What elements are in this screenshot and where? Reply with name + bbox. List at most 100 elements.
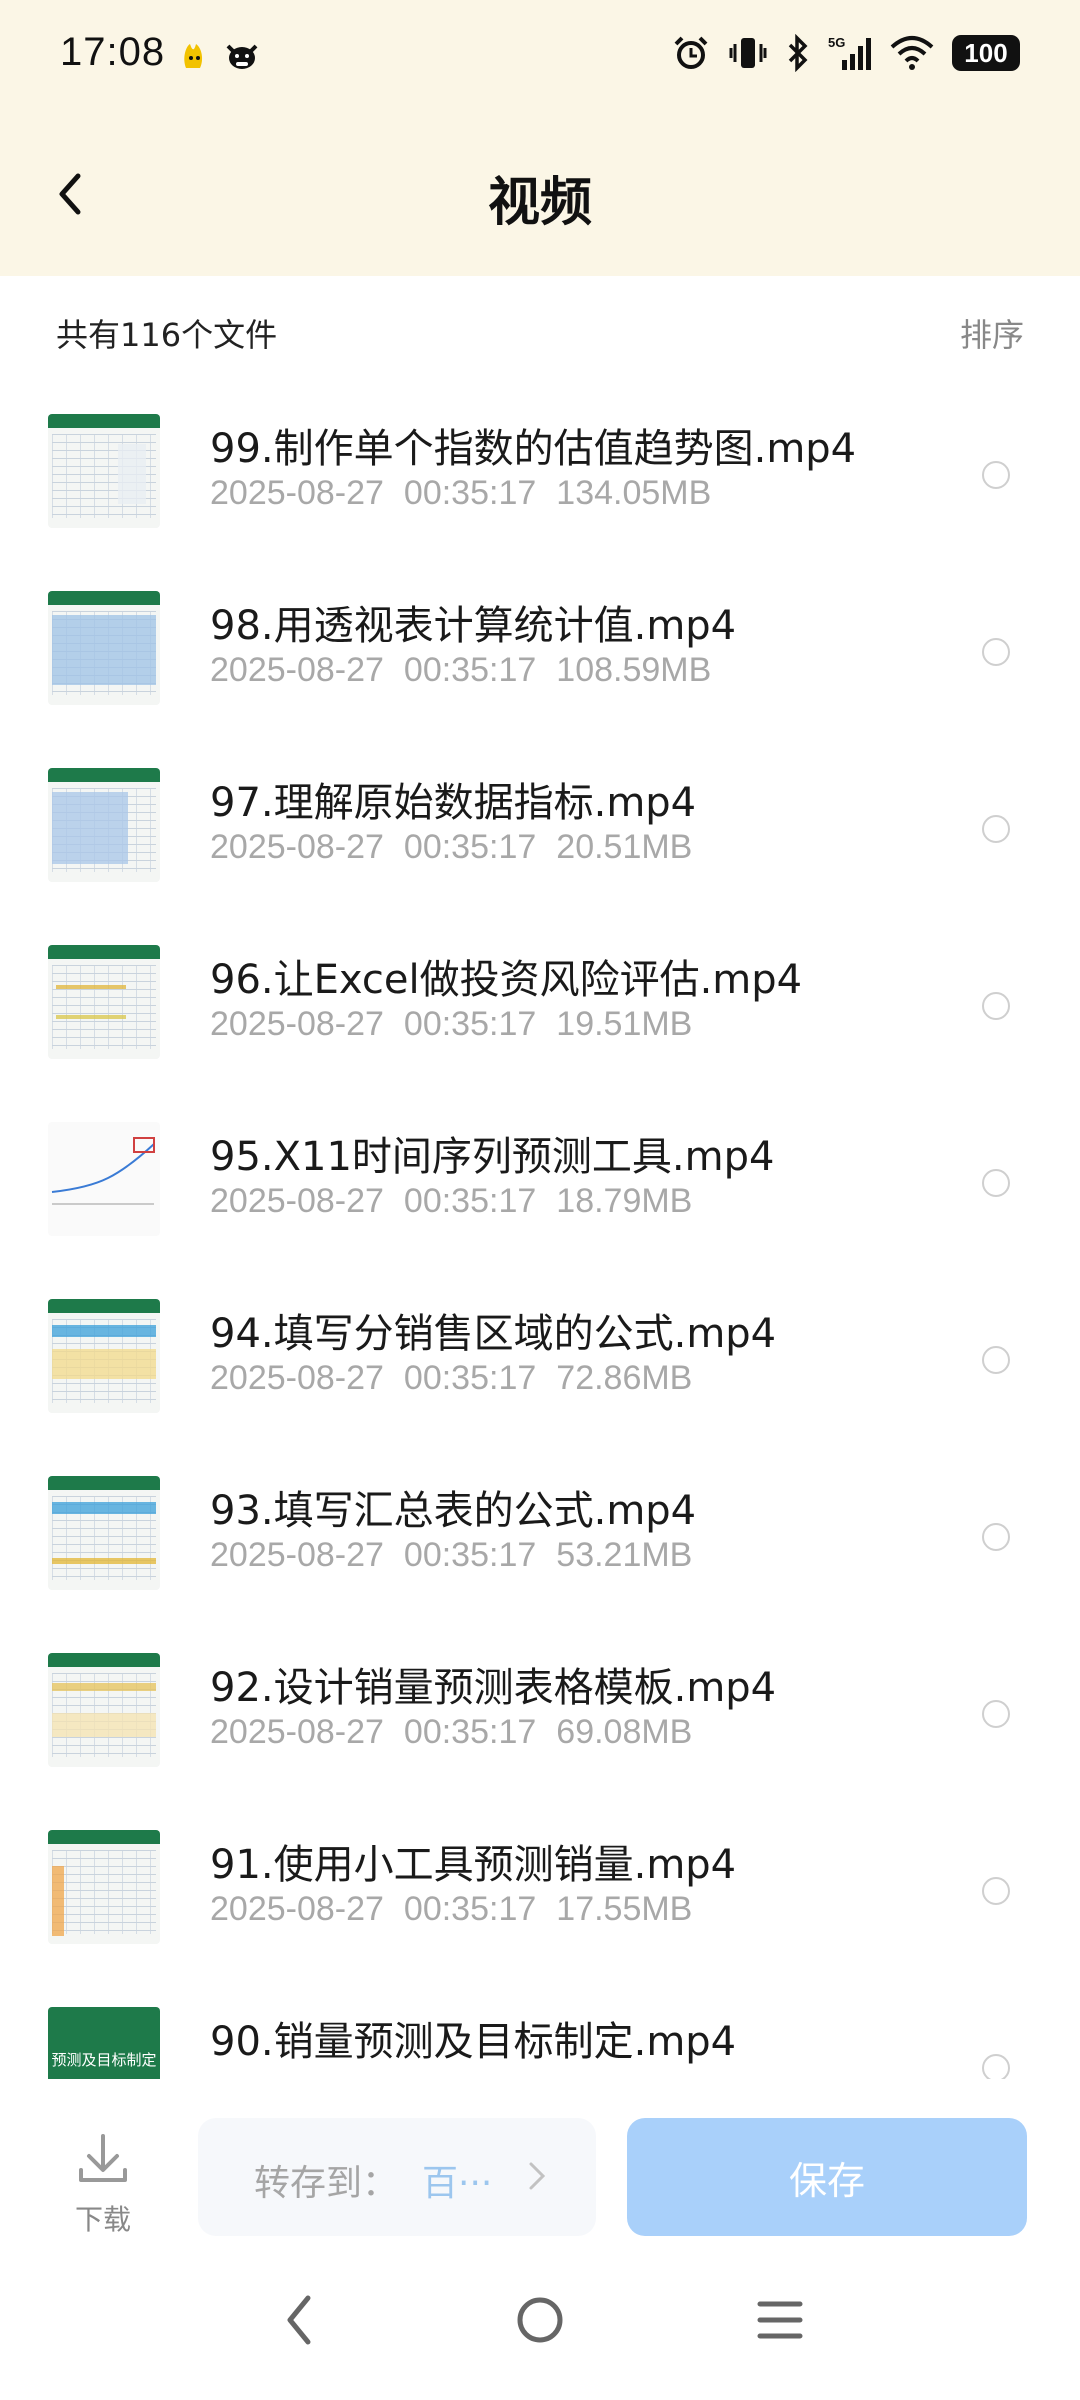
system-nav-bar: [0, 2280, 1080, 2400]
file-meta: 2025-08-27 00:35:17 53.21MB: [210, 1536, 712, 1575]
file-name: 92.设计销量预测表格模板.mp4: [210, 1665, 777, 1711]
select-radio[interactable]: [982, 1877, 1010, 1905]
file-meta: 2025-08-27 00:35:17 18.79MB: [210, 1182, 712, 1221]
select-radio[interactable]: [982, 2054, 1010, 2079]
video-thumbnail: [48, 768, 160, 882]
file-name: 90.销量预测及目标制定.mp4: [210, 2019, 737, 2065]
select-radio[interactable]: [982, 1346, 1010, 1374]
file-size: 17.55MB: [556, 1890, 693, 1928]
video-thumbnail: [48, 1299, 160, 1413]
file-meta: 2025-08-27 00:35:17 72.86MB: [210, 1359, 712, 1398]
save-to-label: 转存到：: [254, 2163, 399, 2204]
file-time: 00:35:17: [403, 1536, 537, 1574]
video-thumbnail: [48, 1653, 160, 1767]
status-app-icons: [176, 38, 260, 74]
file-list[interactable]: 99.制作单个指数的估值趋势图.mp4 2025-08-27 00:35:17 13…: [0, 394, 1080, 2079]
video-thumbnail: [48, 591, 160, 705]
cow-app-icon: [224, 38, 260, 74]
signal-5g-icon: 5G: [828, 35, 871, 70]
file-name: 95.X11时间序列预测工具.mp4: [210, 1134, 775, 1180]
file-size: 69.08MB: [556, 1713, 693, 1751]
file-row[interactable]: 91.使用小工具预测销量.mp4 2025-08-27 00:35:17 17.55…: [0, 1810, 1080, 1987]
page-title: 视频: [487, 173, 592, 233]
alarm-icon: [674, 36, 708, 69]
file-time: 00:35:17: [403, 1005, 537, 1043]
file-time: 00:35:17: [403, 474, 537, 512]
file-count: 共有116个文件: [56, 316, 278, 354]
select-radio[interactable]: [982, 1700, 1010, 1728]
file-row[interactable]: 97.理解原始数据指标.mp4 2025-08-27 00:35:17 20.51M…: [0, 748, 1080, 925]
file-meta: 2025-08-27 00:35:17 19.51MB: [210, 1005, 712, 1044]
app-notification-icon: [176, 38, 212, 74]
status-bar: 17:08 5G 100: [0, 0, 1080, 116]
video-thumbnail: [48, 1476, 160, 1590]
file-size: 108.59MB: [556, 651, 712, 689]
save-button[interactable]: 保存: [627, 2118, 1027, 2236]
wifi-icon: [890, 36, 934, 70]
file-name: 94.填写分销售区域的公式.mp4: [210, 1311, 777, 1357]
file-time: 00:35:17: [403, 1713, 537, 1751]
file-size: 134.05MB: [556, 474, 712, 512]
file-date: 2025-08-27: [210, 1182, 384, 1220]
video-thumbnail: [48, 414, 160, 528]
file-date: 2025-08-27: [210, 474, 384, 512]
select-radio[interactable]: [982, 461, 1010, 489]
save-to-value: 百···: [422, 2163, 493, 2204]
file-row[interactable]: 95.X11时间序列预测工具.mp4 2025-08-27 00:35:17 18.…: [0, 1102, 1080, 1279]
file-row[interactable]: 92.设计销量预测表格模板.mp4 2025-08-27 00:35:17 69.0…: [0, 1633, 1080, 1810]
file-date: 2025-08-27: [210, 1005, 384, 1043]
nav-home-icon[interactable]: [512, 2280, 568, 2360]
file-name: 97.理解原始数据指标.mp4: [210, 780, 697, 826]
file-time: 00:35:17: [403, 828, 537, 866]
file-row[interactable]: 94.填写分销售区域的公式.mp4 2025-08-27 00:35:17 72.8…: [0, 1279, 1080, 1456]
file-name: 99.制作单个指数的估值趋势图.mp4: [210, 426, 857, 472]
file-row[interactable]: 99.制作单个指数的估值趋势图.mp4 2025-08-27 00:35:17 13…: [0, 394, 1080, 571]
battery-indicator: 100: [952, 35, 1020, 71]
file-meta: 2025-08-27 00:35:17 108.59MB: [210, 651, 731, 690]
sort-button[interactable]: 排序: [960, 310, 1024, 356]
file-date: 2025-08-27: [210, 1890, 384, 1928]
file-row[interactable]: 预测及目标制定 90.销量预测及目标制定.mp4: [0, 1987, 1080, 2079]
vibrate-icon: [729, 38, 767, 68]
select-radio[interactable]: [982, 992, 1010, 1020]
header-bar: 17:08 5G 100 视频: [0, 0, 1080, 276]
file-size: 72.86MB: [556, 1359, 693, 1397]
file-meta: 2025-08-27 00:35:17 17.55MB: [210, 1890, 712, 1929]
video-thumbnail: 预测及目标制定: [48, 2007, 160, 2079]
download-label: 下载: [74, 2203, 131, 2236]
video-thumbnail: [48, 945, 160, 1059]
file-date: 2025-08-27: [210, 828, 384, 866]
file-row[interactable]: 98.用透视表计算统计值.mp4 2025-08-27 00:35:17 108.5…: [0, 571, 1080, 748]
file-time: 00:35:17: [403, 651, 537, 689]
file-row[interactable]: 96.让Excel做投资风险评估.mp4 2025-08-27 00:35:17 1…: [0, 925, 1080, 1102]
select-radio[interactable]: [982, 1169, 1010, 1197]
select-radio[interactable]: [982, 1523, 1010, 1551]
file-meta: 2025-08-27 00:35:17 69.08MB: [210, 1713, 712, 1752]
file-size: 53.21MB: [556, 1536, 693, 1574]
download-button[interactable]: 下载: [68, 2130, 138, 2238]
chevron-right-icon: [529, 2162, 546, 2190]
video-thumbnail: [48, 1122, 160, 1236]
file-date: 2025-08-27: [210, 651, 384, 689]
file-name: 93.填写汇总表的公式.mp4: [210, 1488, 697, 1534]
file-name: 98.用透视表计算统计值.mp4: [210, 603, 737, 649]
save-to-selector[interactable]: 转存到： 百···: [198, 2118, 596, 2236]
file-row[interactable]: 93.填写汇总表的公式.mp4 2025-08-27 00:35:17 53.21M…: [0, 1456, 1080, 1633]
video-thumbnail: [48, 1830, 160, 1944]
status-time: 17:08: [60, 30, 166, 74]
file-size: 18.79MB: [556, 1182, 693, 1220]
file-name: 96.让Excel做投资风险评估.mp4: [210, 957, 803, 1003]
bluetooth-icon: [788, 34, 808, 72]
file-meta: 2025-08-27 00:35:17 20.51MB: [210, 828, 712, 867]
file-size: 19.51MB: [556, 1005, 693, 1043]
file-time: 00:35:17: [403, 1359, 537, 1397]
file-name: 91.使用小工具预测销量.mp4: [210, 1842, 737, 1888]
file-date: 2025-08-27: [210, 1359, 384, 1397]
thumbnail-caption: 预测及目标制定: [51, 2051, 157, 2069]
select-radio[interactable]: [982, 638, 1010, 666]
nav-back-icon[interactable]: [276, 2280, 324, 2360]
select-radio[interactable]: [982, 815, 1010, 843]
status-right-icons: 5G 100: [672, 34, 1020, 72]
nav-menu-icon[interactable]: [756, 2280, 804, 2360]
file-date: 2025-08-27: [210, 1713, 384, 1751]
